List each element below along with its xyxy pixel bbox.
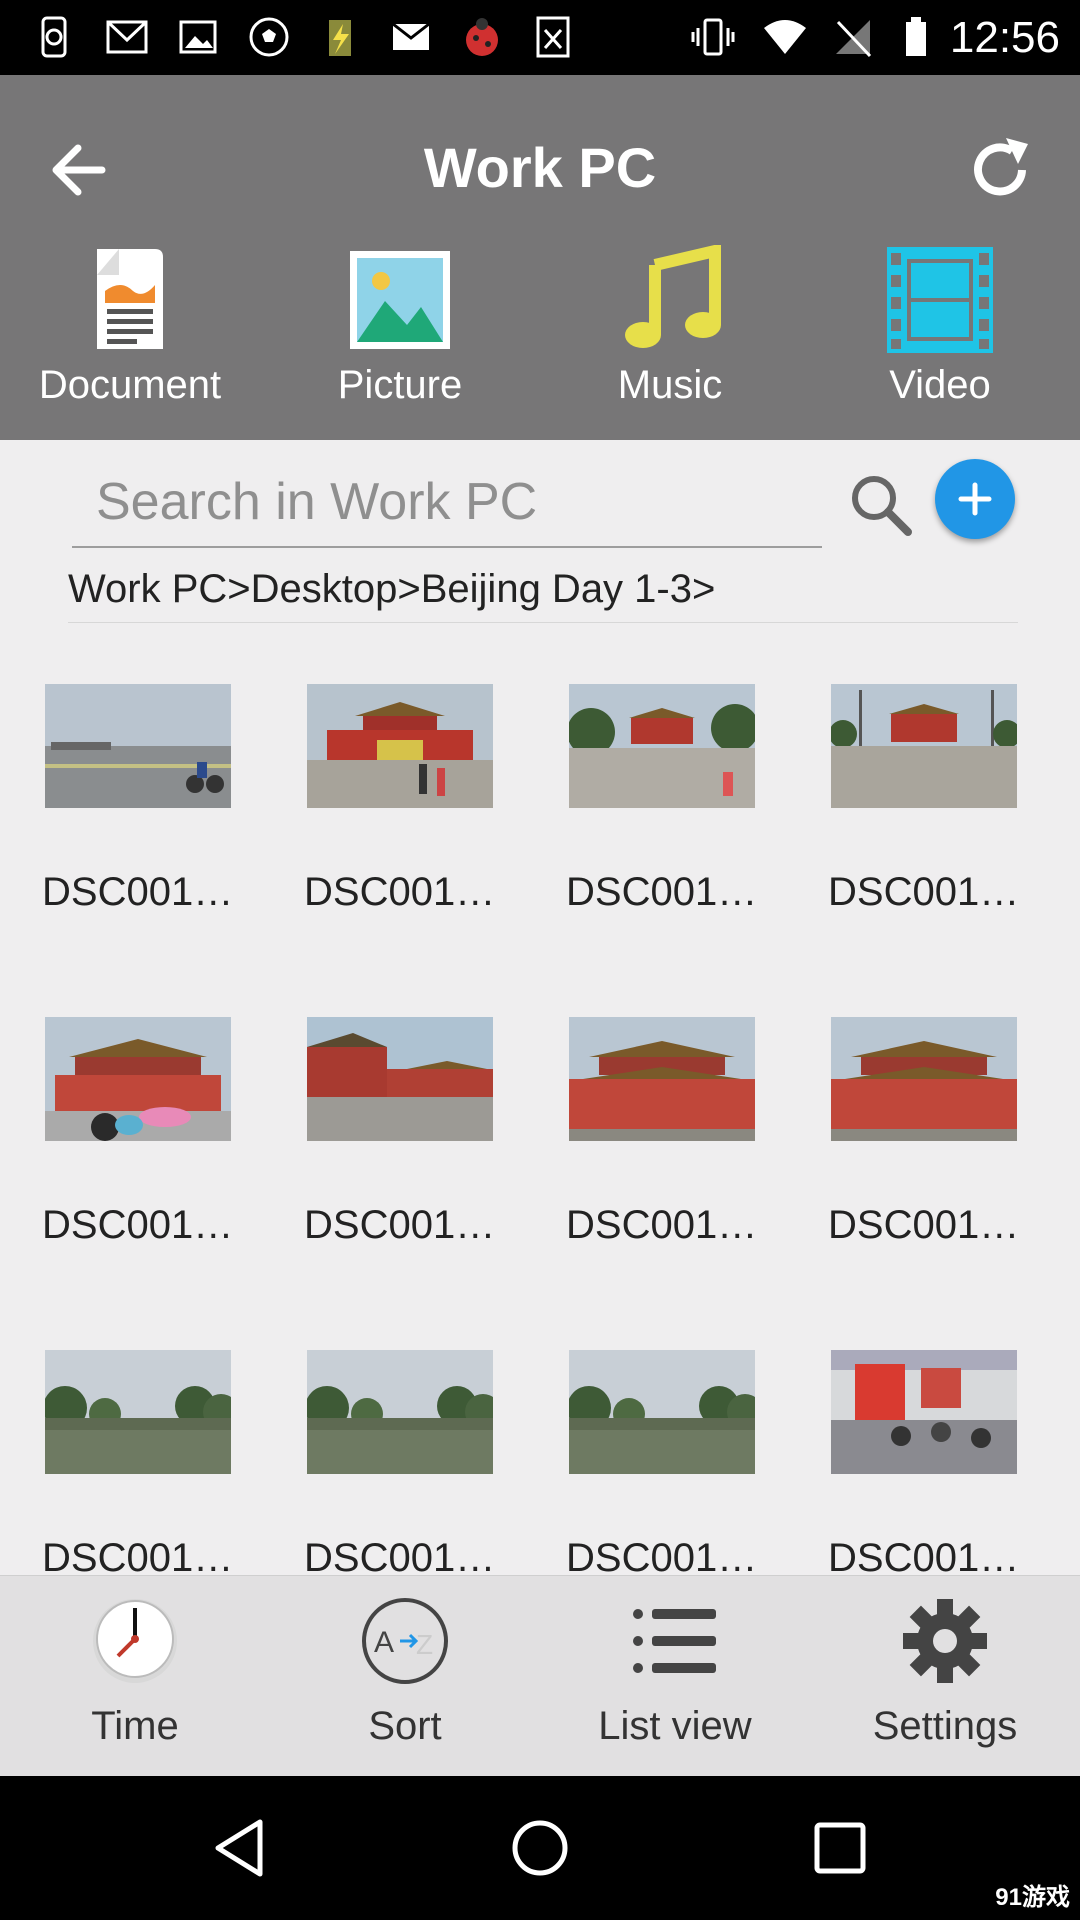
file-name: DSC001…	[828, 1536, 1020, 1575]
ladybug-icon	[466, 18, 498, 56]
file-item[interactable]: DSC001…	[811, 973, 1071, 1293]
file-thumbnail	[307, 1017, 493, 1141]
svg-text:A: A	[374, 1626, 394, 1659]
category-picture[interactable]: Picture	[270, 245, 520, 425]
file-thumbnail	[307, 1350, 493, 1474]
file-thumbnail	[831, 1350, 1017, 1474]
toolbar-label: List view	[598, 1704, 752, 1748]
vibrate-icon	[691, 18, 735, 56]
time-button[interactable]: Time	[0, 1596, 270, 1766]
bottom-toolbar: Time AZ Sort List view Settings	[0, 1575, 1080, 1777]
search-input[interactable]: Search in Work PC	[72, 460, 822, 548]
breadcrumb[interactable]: Work PC>Desktop>Beijing Day 1-3>	[68, 562, 1018, 623]
wifi-icon	[764, 20, 806, 54]
watermark: 91游戏	[995, 1884, 1070, 1911]
clock-icon	[93, 1599, 177, 1683]
settings-button[interactable]: Settings	[810, 1596, 1080, 1766]
file-thumbnail	[45, 684, 231, 808]
category-label: Music	[617, 363, 723, 407]
clock-time: 12:56	[949, 13, 1060, 62]
app-bar: Work PC Document Picture Music Video	[0, 75, 1080, 440]
list-view-button[interactable]: List view	[540, 1596, 810, 1766]
toolbar-label: Time	[91, 1704, 179, 1748]
file-name: DSC001…	[566, 1203, 758, 1247]
refresh-icon[interactable]	[960, 130, 1040, 210]
file-name: DSC001…	[828, 1203, 1020, 1247]
sort-button[interactable]: AZ Sort	[270, 1596, 540, 1766]
category-label: Document	[38, 363, 222, 407]
file-item[interactable]: DSC001…	[549, 640, 809, 960]
svg-text:Z: Z	[416, 1629, 433, 1660]
battery-app-icon	[329, 20, 351, 56]
file-thumbnail	[569, 1017, 755, 1141]
file-name: DSC001…	[566, 1536, 758, 1575]
list-icon	[633, 1609, 716, 1673]
file-item[interactable]: DSC001…	[287, 640, 547, 960]
back-triangle-icon[interactable]	[204, 1812, 276, 1884]
file-name: DSC001…	[42, 1536, 234, 1575]
sort-az-icon: AZ	[362, 1598, 448, 1684]
search-icon[interactable]	[846, 470, 916, 540]
file-thumbnail	[45, 1017, 231, 1141]
file-name: DSC001…	[304, 1203, 496, 1247]
category-document[interactable]: Document	[0, 245, 250, 425]
search-placeholder: Search in Work PC	[96, 473, 538, 531]
music-note-icon	[625, 245, 721, 348]
file-thumbnail	[831, 1017, 1017, 1141]
file-item[interactable]: DSC001…	[25, 1306, 285, 1575]
file-thumbnail	[569, 684, 755, 808]
page-title: Work PC	[423, 136, 657, 199]
file-name: DSC001…	[304, 870, 496, 914]
mail-icon	[392, 22, 430, 50]
file-grid: DSC001… DSC001… DSC001… DSC001… DSC001… DSC00…	[0, 640, 1080, 1575]
soccer-ball-icon	[249, 17, 289, 57]
file-item[interactable]: DSC001…	[25, 640, 285, 960]
file-name: DSC001…	[42, 1203, 234, 1247]
no-signal-icon	[836, 20, 872, 58]
file-thumbnail	[307, 684, 493, 808]
battery-icon	[906, 17, 926, 56]
add-button[interactable]	[935, 459, 1015, 539]
file-item[interactable]: DSC001…	[25, 973, 285, 1293]
file-name: DSC001…	[828, 870, 1020, 914]
category-video[interactable]: Video	[810, 245, 1060, 425]
file-item[interactable]: DSC001…	[287, 973, 547, 1293]
file-thumbnail	[569, 1350, 755, 1474]
toolbar-label: Settings	[872, 1704, 1018, 1748]
gear-icon	[903, 1599, 987, 1683]
gmail-icon	[106, 20, 148, 54]
document-icon	[97, 249, 163, 349]
recents-square-icon[interactable]	[804, 1812, 876, 1884]
status-bar: 12:56	[0, 0, 1080, 75]
file-item[interactable]: DSC001…	[549, 973, 809, 1293]
category-music[interactable]: Music	[540, 245, 790, 425]
image-icon	[179, 20, 217, 54]
file-name: DSC001…	[42, 870, 234, 914]
plus-icon	[958, 482, 992, 516]
category-label: Picture	[337, 363, 463, 407]
picture-icon	[350, 251, 450, 349]
file-name: DSC001…	[304, 1536, 496, 1575]
home-circle-icon[interactable]	[504, 1812, 576, 1884]
toolbar-label: Sort	[368, 1704, 442, 1748]
sync-phone-icon	[41, 16, 67, 58]
file-item[interactable]: DSC001…	[287, 1306, 547, 1575]
film-icon	[887, 247, 993, 353]
navigation-bar: 91游戏	[0, 1776, 1080, 1920]
file-item[interactable]: DSC001…	[549, 1306, 809, 1575]
category-label: Video	[889, 363, 991, 407]
file-item[interactable]: DSC001…	[811, 640, 1071, 960]
excel-icon	[536, 16, 570, 58]
file-thumbnail	[831, 684, 1017, 808]
file-thumbnail	[45, 1350, 231, 1474]
file-name: DSC001…	[566, 870, 758, 914]
file-item[interactable]: DSC001…	[811, 1306, 1071, 1575]
